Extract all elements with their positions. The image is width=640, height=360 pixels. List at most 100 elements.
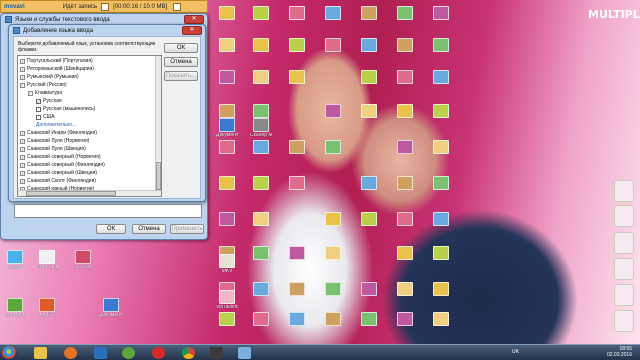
desktop-icon[interactable] bbox=[394, 312, 416, 326]
desktop-icon[interactable]: AIMP3 bbox=[36, 298, 58, 318]
desktop-icon[interactable] bbox=[322, 104, 344, 118]
desktop-icon[interactable] bbox=[358, 212, 380, 226]
desktop-icon[interactable] bbox=[216, 212, 238, 226]
expand-icon[interactable]: + bbox=[20, 162, 25, 168]
desktop-icon[interactable] bbox=[250, 212, 272, 226]
apply-button[interactable]: Применить bbox=[170, 224, 204, 234]
desktop-icon[interactable] bbox=[430, 70, 452, 84]
tree-item[interactable]: + Саамский северный (Норвегия) bbox=[20, 154, 101, 160]
desktop-icon[interactable] bbox=[286, 246, 308, 260]
video-app-icon[interactable] bbox=[210, 347, 223, 359]
desktop-icon[interactable] bbox=[358, 176, 380, 190]
tree-item[interactable]: + Румынский (Румыния) bbox=[20, 74, 79, 80]
desktop-icon[interactable] bbox=[358, 282, 380, 296]
desktop-icon[interactable] bbox=[358, 312, 380, 326]
desktop-icon[interactable]: 2019.08 bbox=[72, 250, 94, 270]
desktop-icon[interactable] bbox=[216, 104, 238, 118]
desktop-icon[interactable] bbox=[250, 6, 272, 20]
desktop-icon[interactable] bbox=[286, 312, 308, 326]
desktop-icon[interactable] bbox=[250, 104, 272, 118]
desktop-icon[interactable] bbox=[322, 140, 344, 154]
explorer-icon[interactable] bbox=[34, 347, 47, 359]
desktop-icon[interactable] bbox=[394, 140, 416, 154]
desktop-icon[interactable] bbox=[216, 38, 238, 52]
desktop-icon[interactable]: Skype bbox=[4, 250, 26, 270]
desktop-icon[interactable] bbox=[322, 38, 344, 52]
gadget-5[interactable] bbox=[614, 284, 634, 306]
desktop-icon[interactable]: MKV bbox=[216, 254, 238, 274]
expand-icon[interactable]: + bbox=[20, 66, 25, 72]
tree-vertical-scrollbar[interactable] bbox=[155, 56, 161, 196]
collapse-icon[interactable]: − bbox=[20, 82, 25, 88]
desktop-icon[interactable] bbox=[394, 38, 416, 52]
close-icon[interactable]: ✕ bbox=[184, 15, 204, 24]
desktop-icon[interactable] bbox=[250, 70, 272, 84]
tree-vertical-thumb[interactable] bbox=[156, 162, 161, 190]
gadget-6[interactable] bbox=[614, 310, 634, 332]
desktop-icon[interactable] bbox=[286, 38, 308, 52]
taskbar-clock[interactable]: 18:55 02.03.2016 bbox=[607, 346, 632, 358]
desktop-icon[interactable] bbox=[286, 6, 308, 20]
desktop-icon[interactable] bbox=[216, 70, 238, 84]
desktop-icon[interactable] bbox=[216, 140, 238, 154]
desktop-icon[interactable] bbox=[358, 38, 380, 52]
desktop-icon[interactable] bbox=[430, 6, 452, 20]
desktop-icon[interactable]: uTorrent bbox=[4, 298, 26, 318]
tree-horizontal-scrollbar[interactable] bbox=[18, 190, 161, 196]
desktop-icon[interactable] bbox=[430, 38, 452, 52]
desktop-icon[interactable] bbox=[322, 212, 344, 226]
tree-item[interactable]: Русская (машинопись) bbox=[36, 106, 95, 112]
chrome-icon[interactable] bbox=[182, 347, 195, 359]
opera-icon[interactable] bbox=[152, 347, 165, 359]
tree-item[interactable]: + Саамский Луле (Норвегия) bbox=[20, 138, 89, 144]
movavi-taskbar-icon[interactable] bbox=[94, 347, 107, 359]
desktop-icon[interactable] bbox=[394, 246, 416, 260]
desktop-icon[interactable] bbox=[322, 246, 344, 260]
pause-icon[interactable] bbox=[101, 2, 110, 11]
expand-icon[interactable]: + bbox=[20, 58, 25, 64]
desktop-icon[interactable]: VipTalisma... bbox=[216, 290, 238, 310]
desktop-icon[interactable] bbox=[358, 104, 380, 118]
tree-item[interactable]: Дополнительно... bbox=[36, 122, 76, 128]
preview-button[interactable]: Показать... bbox=[164, 71, 198, 81]
desktop-icon[interactable] bbox=[286, 282, 308, 296]
desktop-icon[interactable] bbox=[394, 176, 416, 190]
desktop-icon[interactable] bbox=[430, 140, 452, 154]
cancel-button[interactable]: Отмена bbox=[164, 57, 198, 67]
desktop-icon[interactable] bbox=[322, 282, 344, 296]
tree-item[interactable]: + Ретороманский (Швейцария) bbox=[20, 66, 94, 72]
desktop-icon[interactable] bbox=[286, 70, 308, 84]
utorrent-taskbar-icon[interactable] bbox=[122, 347, 135, 359]
checkbox[interactable] bbox=[36, 114, 41, 120]
desktop-icon[interactable] bbox=[216, 6, 238, 20]
tree-item[interactable]: ✓ Русская bbox=[36, 98, 62, 104]
tree-item[interactable]: + Саамский Сколт (Финляндия) bbox=[20, 178, 96, 184]
desktop-icon[interactable] bbox=[430, 212, 452, 226]
expand-icon[interactable]: + bbox=[20, 170, 25, 176]
desktop-icon[interactable] bbox=[430, 104, 452, 118]
expand-icon[interactable]: + bbox=[20, 154, 25, 160]
desktop-icon[interactable] bbox=[250, 312, 272, 326]
tree-item[interactable]: − Клавиатура bbox=[28, 90, 62, 96]
desktop-icon[interactable]: Фото на документ... bbox=[36, 250, 58, 270]
back-ok-button[interactable]: ОК bbox=[96, 224, 126, 234]
desktop-icon[interactable] bbox=[286, 140, 308, 154]
desktop-icon[interactable] bbox=[430, 246, 452, 260]
tree-item[interactable]: США bbox=[36, 114, 55, 120]
desktop-icon[interactable] bbox=[250, 282, 272, 296]
gadget-2[interactable] bbox=[614, 205, 634, 227]
checkbox[interactable]: ✓ bbox=[36, 98, 41, 104]
expand-icon[interactable]: + bbox=[20, 138, 25, 144]
expand-icon[interactable]: + bbox=[20, 130, 25, 136]
language-tree[interactable]: + Португальский (Португалия) + Реторомански… bbox=[17, 55, 162, 197]
desktop-icon[interactable] bbox=[430, 312, 452, 326]
desktop-icon[interactable]: Документ Microsoft... bbox=[216, 118, 238, 138]
desktop-icon[interactable] bbox=[394, 282, 416, 296]
language-indicator[interactable]: UK bbox=[512, 349, 519, 355]
start-button[interactable] bbox=[2, 346, 17, 360]
gadget-3[interactable] bbox=[614, 232, 634, 254]
gadget-4[interactable] bbox=[614, 258, 634, 280]
collapse-icon[interactable]: − bbox=[28, 90, 33, 96]
desktop-icon[interactable] bbox=[394, 70, 416, 84]
back-cancel-button[interactable]: Отмена bbox=[132, 224, 166, 234]
